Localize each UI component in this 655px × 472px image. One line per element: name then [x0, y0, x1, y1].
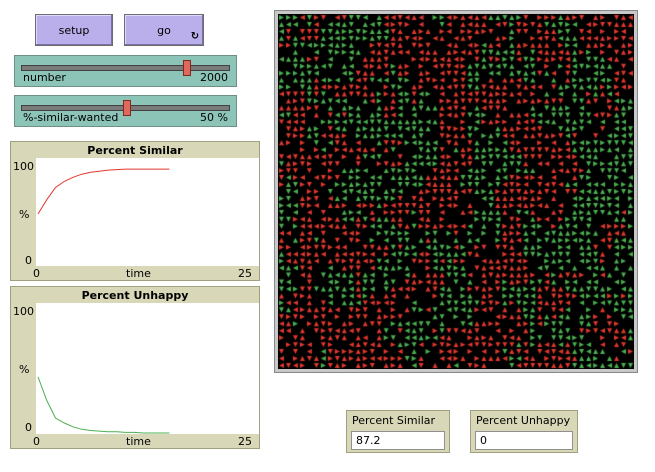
- monitor-value: 87.2: [351, 431, 445, 450]
- number-slider[interactable]: number 2000: [14, 55, 237, 87]
- turtle-world-canvas[interactable]: [278, 14, 634, 369]
- series-line: [37, 376, 170, 434]
- x-min-label: 0: [33, 435, 40, 448]
- slider-label: number: [23, 71, 66, 84]
- percent-similar-plot: Percent Similar 100 % 0 0 time 25: [10, 141, 260, 281]
- plot-title: Percent Similar: [87, 144, 183, 157]
- slider-value: 50 %: [200, 111, 228, 124]
- percent-similar-monitor: Percent Similar 87.2: [346, 410, 450, 453]
- slider-thumb[interactable]: [122, 100, 131, 116]
- x-min-label: 0: [33, 267, 40, 280]
- go-button-label: go: [157, 24, 171, 37]
- monitor-label: Percent Similar: [352, 414, 436, 427]
- slider-value: 2000: [200, 71, 228, 84]
- monitor-value: 0: [475, 431, 573, 450]
- slider-thumb[interactable]: [183, 60, 192, 76]
- x-axis-label: time: [126, 267, 151, 280]
- monitor-label: Percent Unhappy: [476, 414, 571, 427]
- go-button[interactable]: go ↻: [124, 14, 204, 46]
- series-line: [37, 168, 170, 215]
- x-max-label: 25: [238, 435, 252, 448]
- x-axis-label: time: [126, 435, 151, 448]
- y-max-label: 100: [13, 160, 34, 173]
- y-max-label: 100: [13, 305, 34, 318]
- setup-button[interactable]: setup: [35, 14, 113, 46]
- percent-unhappy-monitor: Percent Unhappy 0: [470, 410, 578, 453]
- slider-label: %-similar-wanted: [23, 111, 119, 124]
- plot-title: Percent Unhappy: [81, 289, 189, 302]
- world-view[interactable]: [274, 10, 638, 373]
- forever-icon: ↻: [190, 31, 200, 42]
- plot-line-canvas: [37, 168, 170, 215]
- plot-area: [36, 303, 259, 434]
- similar-wanted-slider[interactable]: %-similar-wanted 50 %: [14, 95, 237, 127]
- plot-line-canvas: [37, 376, 170, 434]
- plot-area: [36, 158, 259, 266]
- x-max-label: 25: [238, 267, 252, 280]
- percent-unhappy-plot: Percent Unhappy 100 % 0 0 time 25: [10, 286, 260, 449]
